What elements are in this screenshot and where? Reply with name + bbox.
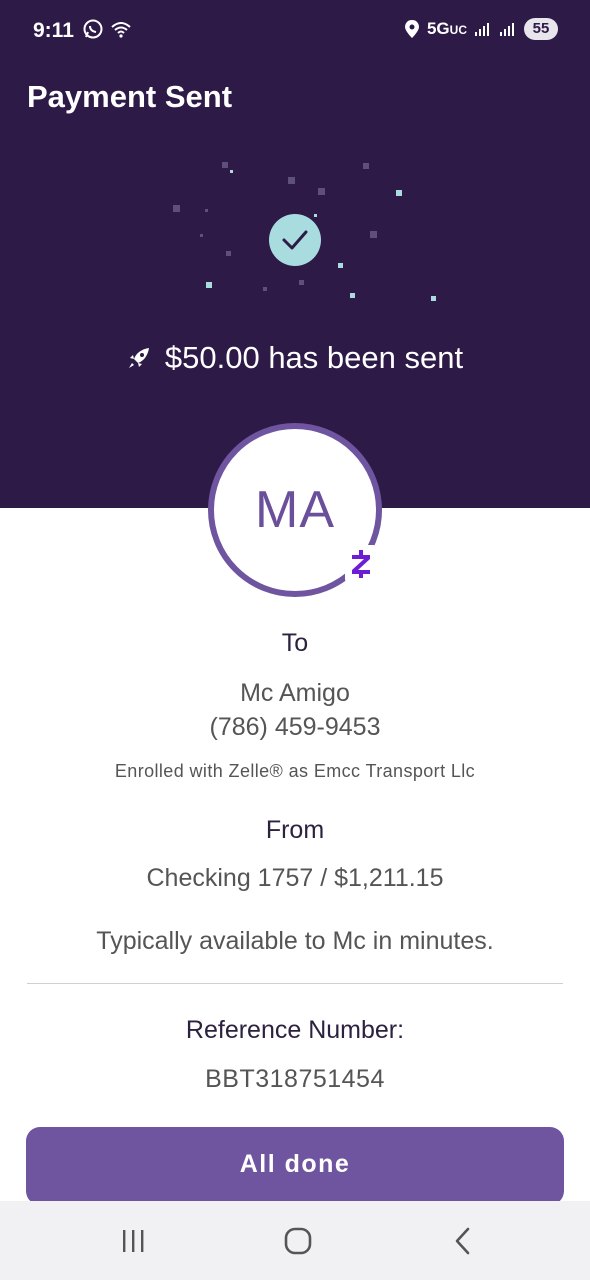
- check-icon: [282, 230, 308, 250]
- signal-icon-secondary: [500, 23, 514, 36]
- sent-confirmation: $50.00 has been sent: [0, 340, 590, 376]
- battery-indicator: 55: [524, 18, 558, 40]
- to-label: To: [281, 629, 309, 657]
- all-done-button[interactable]: All done: [26, 1127, 564, 1205]
- success-check-badge: [269, 214, 321, 266]
- sent-amount-text: $50.00 has been sent: [164, 340, 464, 375]
- zelle-icon: [345, 545, 377, 583]
- recipient-name: Mc Amigo: [240, 679, 350, 707]
- status-system-icons: 5GUC 55: [404, 18, 558, 40]
- system-nav-bar: [0, 1201, 590, 1280]
- recent-apps-icon: [123, 1230, 144, 1252]
- status-notification-icons: [82, 18, 132, 40]
- recipient-phone: (786) 459-9453: [209, 713, 381, 741]
- availability-text: Typically available to Mc in minutes.: [96, 927, 494, 955]
- wifi-icon: [111, 22, 131, 38]
- status-time: 9:11: [33, 19, 74, 42]
- reference-number: BBT318751454: [205, 1065, 385, 1093]
- whatsapp-icon: [83, 19, 103, 39]
- signal-icon: [475, 23, 489, 36]
- home-button[interactable]: [278, 1225, 318, 1257]
- location-icon: [404, 20, 419, 38]
- from-label: From: [265, 816, 325, 844]
- home-icon: [284, 1227, 312, 1255]
- zelle-enrollment-text: Enrolled with Zelle® as Emcc Transport L…: [114, 761, 476, 781]
- back-button[interactable]: [443, 1225, 483, 1257]
- page-title: Payment Sent: [27, 79, 233, 114]
- from-account: Checking 1757 / $1,211.15: [146, 864, 444, 892]
- avatar-initials: MA: [255, 481, 335, 539]
- reference-label: Reference Number:: [185, 1016, 405, 1044]
- network-type: 5GUC: [426, 19, 467, 38]
- recent-apps-button[interactable]: [113, 1225, 153, 1257]
- status-bar: 9:11 5GUC 55: [0, 0, 590, 62]
- rocket-icon: [128, 348, 149, 368]
- back-icon: [455, 1227, 470, 1255]
- zelle-logo-mark: [352, 550, 370, 578]
- divider: [27, 983, 563, 984]
